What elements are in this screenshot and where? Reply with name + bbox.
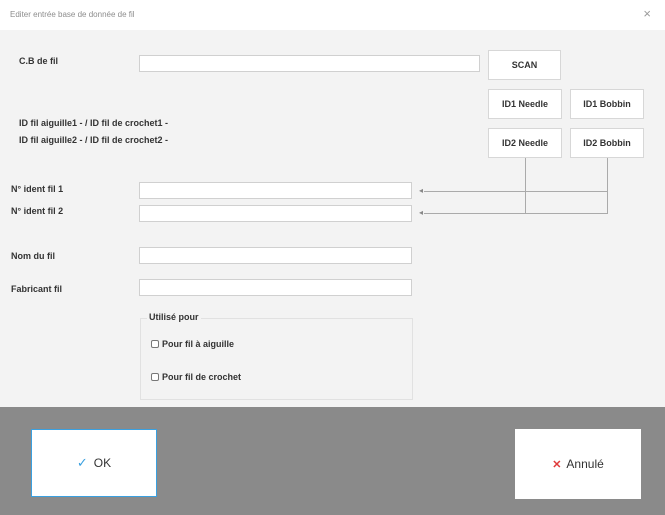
id1-needle-button[interactable]: ID1 Needle [488,89,562,119]
footer-bar: ✓ OK ✕ Annulé [0,407,665,515]
ok-label: OK [93,456,112,470]
window-title: Editer entrée base de donnée de fil [10,10,135,19]
id1-bobbin-button[interactable]: ID1 Bobbin [570,89,644,119]
used-for-group [140,318,413,400]
edit-thread-dialog: Editer entrée base de donnée de fil × C.… [0,0,665,515]
maker-input[interactable] [139,279,412,296]
bobbin-thread-label: Pour fil de crochet [162,372,242,382]
checkbox-icon[interactable] [151,373,159,381]
bobbin-thread-checkbox[interactable]: Pour fil de crochet [151,372,241,382]
close-icon[interactable]: × [643,7,651,20]
needle-thread-checkbox[interactable]: Pour fil à aiguille [151,339,234,349]
cancel-button[interactable]: ✕ Annulé [515,429,641,499]
needle-thread-label: Pour fil à aiguille [162,339,235,349]
x-icon: ✕ [552,458,562,471]
arrow-left-icon: ◂ [419,186,424,195]
ident1-input[interactable] [139,182,412,199]
scan-button[interactable]: SCAN [488,50,561,80]
connector-needle [525,158,526,213]
connector-bobbin [607,158,608,213]
used-for-title: Utilisé pour [147,312,201,322]
barcode-label: C.B de fil [19,56,59,66]
arrow-left-icon: ◂ [419,208,424,217]
ident2-input[interactable] [139,205,412,222]
check-icon: ✓ [76,455,88,470]
id-line-2: ID fil aiguille2 - / ID fil de crochet2 … [19,135,169,145]
connector-ident2 [424,213,608,214]
thread-name-input[interactable] [139,247,412,264]
ok-button[interactable]: ✓ OK [31,429,157,497]
barcode-input[interactable] [139,55,480,72]
cancel-label: Annulé [566,457,604,471]
checkbox-icon[interactable] [151,340,159,348]
id-line-1: ID fil aiguille1 - / ID fil de crochet1 … [19,118,169,128]
title-bar: Editer entrée base de donnée de fil × [0,0,665,30]
ident2-label: N° ident fil 2 [11,206,64,216]
thread-name-label: Nom du fil [11,251,55,261]
connector-ident1 [424,191,608,192]
ident1-label: N° ident fil 1 [11,184,64,194]
id2-needle-button[interactable]: ID2 Needle [488,128,562,158]
id2-bobbin-button[interactable]: ID2 Bobbin [570,128,644,158]
maker-label: Fabricant fil [11,284,63,294]
